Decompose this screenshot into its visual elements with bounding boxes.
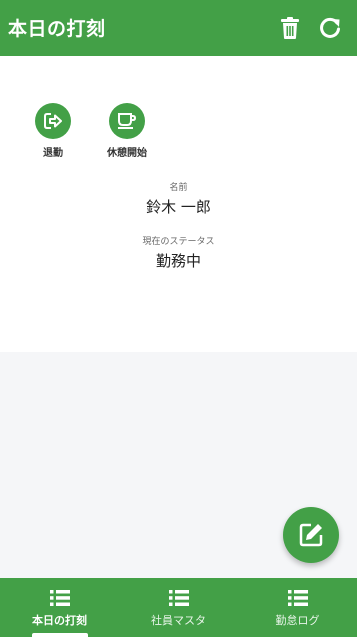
checkout-circle (35, 103, 71, 139)
trash-icon (281, 17, 299, 39)
nav-item-employee-master[interactable]: 社員マスタ (119, 578, 238, 637)
refresh-button[interactable] (317, 14, 343, 42)
nav-item-attendance-log[interactable]: 勤怠ログ (238, 578, 357, 637)
start-break-button[interactable]: 休憩開始 (97, 103, 157, 159)
today-card: 退勤 休憩開始 名前 鈴木 一郎 現在のステータス 勤務中 (0, 56, 357, 352)
list-icon (49, 590, 70, 606)
edit-fab[interactable] (283, 507, 339, 563)
employee-name: 鈴木 一郎 (146, 198, 211, 216)
status-block: 現在のステータス 勤務中 (0, 234, 357, 271)
break-circle (109, 103, 145, 139)
list-icon (168, 590, 189, 606)
status-caption: 現在のステータス (142, 237, 215, 247)
nav-label-employee-master: 社員マスタ (151, 614, 206, 627)
logout-icon (44, 113, 62, 129)
checkout-button[interactable]: 退勤 (23, 103, 83, 159)
nav-item-today[interactable]: 本日の打刻 (0, 578, 119, 637)
status-value: 勤務中 (155, 252, 201, 270)
name-caption: 名前 (169, 183, 188, 193)
list-icon (287, 590, 308, 606)
coffee-icon (118, 113, 137, 129)
edit-icon (299, 523, 323, 547)
nav-label-attendance-log: 勤怠ログ (275, 614, 320, 627)
app-root: 本日の打刻 退勤 休憩開始 名前 鈴木 一郎 現在のステータス 勤務中 本日の打… (0, 0, 357, 637)
page-title: 本日の打刻 (8, 18, 106, 40)
bottom-nav: 本日の打刻 社員マスタ 勤怠ログ (0, 578, 357, 637)
employee-name-block: 名前 鈴木 一郎 (0, 180, 357, 217)
app-header: 本日の打刻 (0, 0, 357, 56)
nav-label-today: 本日の打刻 (32, 614, 87, 627)
delete-button[interactable] (277, 14, 303, 42)
refresh-icon (320, 17, 340, 38)
checkout-label: 退勤 (43, 148, 63, 159)
start-break-label: 休憩開始 (107, 148, 147, 159)
active-tab-indicator (31, 633, 88, 637)
